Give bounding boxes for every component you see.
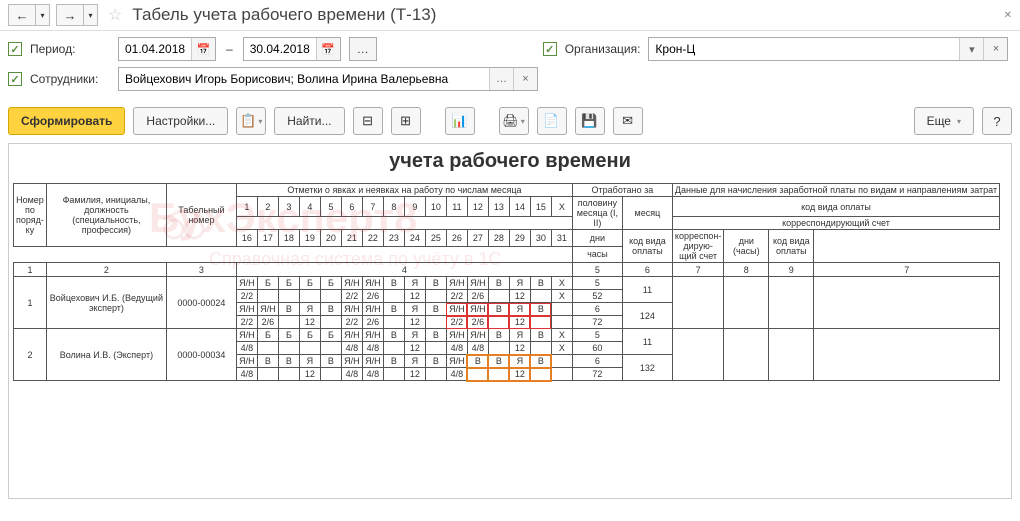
dropdown-icon[interactable]: ▾ (959, 38, 983, 60)
save-icon[interactable]: 💾 (575, 107, 605, 135)
clear-icon[interactable]: × (983, 38, 1007, 60)
col-marks: Отметки о явках и неявках на работу по ч… (236, 184, 572, 197)
table-row: 1Войцехович И.Б. (Ведущий эксперт)0000-0… (14, 277, 1000, 290)
employees-label: Сотрудники: (30, 72, 110, 86)
nav-back-button[interactable]: ← (8, 4, 36, 26)
form-button[interactable]: Сформировать (8, 107, 125, 135)
date-from-input[interactable] (119, 38, 191, 60)
chart-icon[interactable]: 📊 (445, 107, 475, 135)
nav-forward-menu[interactable]: ▾ (84, 4, 98, 26)
period-select-button[interactable]: … (349, 37, 377, 61)
page-title: Табель учета рабочего времени (Т-13) (132, 5, 436, 25)
col-fio: Фамилия, инициалы, должность (специально… (46, 184, 166, 247)
period-label: Период: (30, 42, 110, 56)
date-to-input[interactable] (244, 38, 316, 60)
calendar-icon[interactable]: 📅 (316, 38, 340, 60)
favorite-icon[interactable]: ☆ (108, 5, 122, 25)
employees-checkbox[interactable]: ✓ (8, 72, 22, 86)
col-half: половину месяца (I, II) (572, 197, 622, 230)
mail-icon[interactable]: ✉ (613, 107, 643, 135)
help-button[interactable]: ? (982, 107, 1012, 135)
close-icon[interactable]: ✕ (1004, 10, 1012, 21)
employees-select-button[interactable]: … (489, 68, 513, 90)
expand-icon[interactable]: ⊞ (391, 107, 421, 135)
col-corr-top: корреспондирующий счет (672, 217, 999, 230)
col-paydata: Данные для начисления заработной платы п… (672, 184, 999, 197)
org-input[interactable] (649, 38, 959, 60)
nav-back-menu[interactable]: ▾ (36, 4, 50, 26)
sheet-icon[interactable]: 📄 (537, 107, 567, 135)
find-button[interactable]: Найти... (274, 107, 344, 135)
col-paycode-top: код вида оплаты (672, 197, 999, 217)
clear-icon[interactable]: × (513, 68, 537, 90)
col-dayshours: дни (часы) (724, 230, 769, 263)
print-icon[interactable]: 🖨▾ (499, 107, 529, 135)
collapse-icon[interactable]: ⊟ (353, 107, 383, 135)
settings-button[interactable]: Настройки... (133, 107, 228, 135)
col-corr: корреспон-дирую-щий счет (672, 230, 723, 263)
table-row: 2Волина И.В. (Эксперт)0000-00034Я/НББББЯ… (14, 329, 1000, 342)
col-tabnum: Табельный номер (166, 184, 236, 247)
calendar-icon[interactable]: 📅 (191, 38, 215, 60)
document-heading: учета рабочего времени (9, 144, 1011, 183)
variants-button[interactable]: 📋▾ (236, 107, 266, 135)
org-label: Организация: (565, 42, 641, 56)
nav-forward-button[interactable]: → (56, 4, 84, 26)
col-month: месяц (622, 197, 672, 230)
col-number: Номер по поряд-ку (14, 184, 47, 247)
document-area[interactable]: учета рабочего времени БухЭксперт8 Справ… (8, 143, 1012, 499)
col-worked: Отработано за (572, 184, 672, 197)
org-checkbox[interactable]: ✓ (543, 42, 557, 56)
timesheet-table: Номер по поряд-ку Фамилия, инициалы, дол… (13, 183, 1000, 381)
col-paycode: код вида оплаты (622, 230, 672, 263)
period-checkbox[interactable]: ✓ (8, 42, 22, 56)
more-button[interactable]: Еще▾ (914, 107, 974, 135)
employees-input[interactable] (119, 68, 489, 90)
col-paycode2: код вида оплаты (769, 230, 814, 263)
